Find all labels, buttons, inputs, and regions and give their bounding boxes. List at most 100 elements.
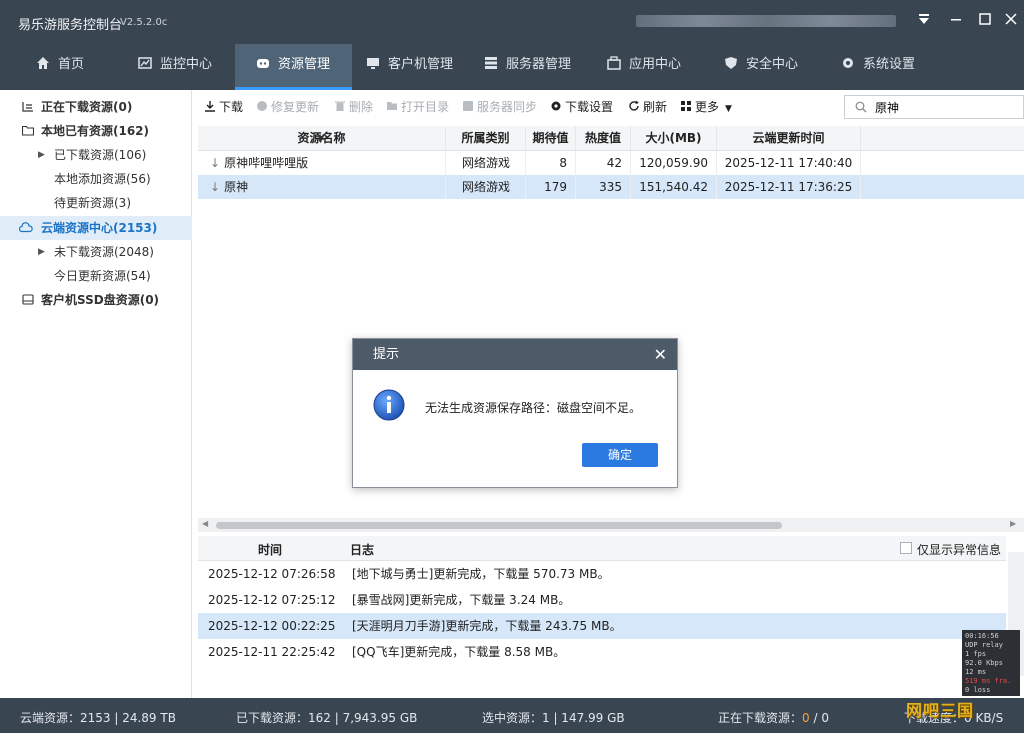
- tab-label: 首页: [58, 57, 85, 72]
- sidebar-item-local-added[interactable]: 本地添加资源(56): [0, 167, 192, 191]
- sidebar-item-cloud[interactable]: 云端资源中心(2153): [0, 216, 192, 240]
- only-abnormal-checkbox[interactable]: [900, 542, 912, 554]
- chevron-down-icon: ▼: [725, 104, 732, 114]
- log-row[interactable]: 2025-12-11 22:25:42 [QQ飞车]更新完成，下载量 8.58 …: [198, 639, 1006, 665]
- resource-updated: 2025-12-11 17:36:25: [717, 175, 861, 199]
- overlay-line: 92.0 Kbps: [965, 659, 1003, 667]
- tab-client[interactable]: 客户机管理: [366, 44, 466, 90]
- table-row[interactable]: ↓ 原神 网络游戏 179 335 151,540.42 2025-12-11 1…: [198, 175, 1024, 199]
- download-settings-button[interactable]: 下载设置: [550, 98, 613, 115]
- dropdown-menu-icon[interactable]: [912, 10, 936, 34]
- tab-resource[interactable]: 资源管理: [235, 44, 352, 90]
- shield-icon: [725, 57, 737, 69]
- resource-size: 151,540.42: [631, 175, 717, 199]
- sidebar-item-downloading[interactable]: 正在下载资源(0): [0, 95, 192, 119]
- download-label: 下载: [219, 100, 244, 114]
- overlay-line: 12 ms: [965, 668, 987, 676]
- maximize-icon[interactable]: [973, 10, 997, 34]
- sidebar-item-local[interactable]: 本地已有资源(162): [0, 119, 192, 143]
- tab-label: 应用中心: [629, 57, 682, 72]
- minimize-icon[interactable]: [944, 10, 968, 34]
- title-bar: 易乐游服务控制台 V2.5.2.0c: [0, 0, 1024, 44]
- log-row[interactable]: 2025-12-12 00:22:25 [天涯明月刀手游]更新完成，下载量 24…: [198, 613, 1006, 639]
- dialog-message: 无法生成资源保存路径：磁盘空间不足。: [425, 401, 642, 415]
- resource-heat: 42: [576, 151, 631, 175]
- repair-update-button[interactable]: 修复更新: [256, 98, 319, 115]
- resource-name: 原神哔哩哔哩版: [224, 156, 309, 170]
- horizontal-scrollbar[interactable]: ◀ ▶: [198, 518, 1024, 532]
- desktop-icon: [367, 58, 379, 69]
- delete-button[interactable]: 删除: [334, 98, 373, 115]
- column-label: 云端更新时间: [752, 131, 825, 145]
- server-sync-label: 服务器同步: [477, 100, 538, 114]
- scroll-left-icon[interactable]: ◀: [202, 519, 208, 528]
- main-nav: 首页 监控中心 资源管理 客户机管理 服务器管理 应用中心 安全中心 系统设置: [0, 44, 1024, 90]
- tab-settings[interactable]: 系统设置: [841, 44, 931, 90]
- tab-monitor[interactable]: 监控中心: [138, 44, 228, 90]
- tab-server[interactable]: 服务器管理: [484, 44, 584, 90]
- expand-arrow-icon[interactable]: ▶: [38, 240, 45, 264]
- resource-expect: 179: [526, 175, 576, 199]
- overlay-line: 00:16:56: [965, 632, 999, 640]
- expand-arrow-icon[interactable]: ▶: [38, 143, 45, 167]
- log-time: 2025-12-12 07:26:58: [208, 567, 336, 581]
- scrollbar-thumb[interactable]: [216, 522, 782, 529]
- column-header-updated[interactable]: 云端更新时间: [717, 126, 861, 151]
- resource-name: 原神: [224, 180, 249, 194]
- tab-security[interactable]: 安全中心: [724, 44, 814, 90]
- sidebar-item-pending-update[interactable]: 待更新资源(3): [0, 191, 192, 215]
- log-row-partial: [198, 667, 1006, 676]
- sidebar-item-today-updated[interactable]: 今日更新资源(54): [0, 264, 192, 288]
- resource-size: 120,059.90: [631, 151, 717, 175]
- sidebar-item-label: 本地已有资源(162): [41, 124, 150, 138]
- column-header-expect[interactable]: 期待值: [526, 126, 576, 151]
- blurred-account-info: [636, 15, 896, 27]
- log-time: 2025-12-12 00:22:25: [208, 619, 336, 633]
- column-header-log: 日志: [350, 543, 375, 557]
- close-icon[interactable]: [999, 10, 1023, 34]
- download-button[interactable]: 下载: [204, 98, 243, 115]
- ok-button[interactable]: 确定: [582, 443, 658, 467]
- server-sync-button[interactable]: 服务器同步: [462, 98, 537, 115]
- column-header-heat[interactable]: 热度值: [576, 126, 631, 151]
- tab-home[interactable]: 首页: [36, 44, 116, 90]
- refresh-label: 刷新: [643, 100, 668, 114]
- tab-label: 客户机管理: [388, 57, 454, 72]
- log-row[interactable]: 2025-12-12 07:25:12 [暴雪战网]更新完成，下载量 3.24 …: [198, 587, 1006, 613]
- app-center-icon: [607, 56, 621, 70]
- settings-gear-icon: [551, 101, 561, 111]
- open-directory-button[interactable]: 打开目录: [386, 98, 449, 115]
- search-input[interactable]: [875, 98, 1015, 116]
- log-row[interactable]: 2025-12-12 07:26:58 [地下城与勇士]更新完成，下载量 570…: [198, 561, 1006, 587]
- log-time: 2025-12-12 07:25:12: [208, 593, 336, 607]
- status-downloading: 正在下载资源：0 / 0: [718, 709, 829, 726]
- tab-app-center[interactable]: 应用中心: [607, 44, 697, 90]
- column-label: 期待值: [532, 131, 569, 145]
- cloud-icon: [19, 222, 33, 233]
- column-header-size[interactable]: 大小(MB): [631, 126, 717, 151]
- column-header-name[interactable]: ▼ 资源名称: [198, 126, 446, 151]
- sidebar-item-not-downloaded[interactable]: ▶ 未下载资源(2048): [0, 240, 192, 264]
- download-settings-label: 下载设置: [565, 100, 614, 114]
- sync-icon: [463, 101, 473, 111]
- column-header-category[interactable]: 所属类别: [446, 126, 526, 151]
- status-bar: 云端资源：2153 | 24.89 TB 已下载资源：162 | 7,943.9…: [0, 698, 1024, 733]
- download-arrow-icon: ↓: [210, 156, 221, 170]
- resource-updated: 2025-12-11 17:40:40: [717, 151, 861, 175]
- sidebar-item-downloaded[interactable]: ▶ 已下载资源(106): [0, 143, 192, 167]
- column-label: 热度值: [584, 131, 621, 145]
- search-field[interactable]: [844, 95, 1024, 119]
- dialog-close-icon[interactable]: ✕: [654, 339, 667, 370]
- resource-expect: 8: [526, 151, 576, 175]
- open-directory-label: 打开目录: [401, 100, 450, 114]
- refresh-button[interactable]: 刷新: [628, 98, 667, 115]
- tab-label: 系统设置: [863, 57, 916, 72]
- sidebar-item-client-ssd[interactable]: 客户机SSD盘资源(0): [0, 288, 192, 312]
- tab-label: 资源管理: [278, 57, 331, 72]
- app-title: 易乐游服务控制台: [18, 18, 123, 33]
- table-row[interactable]: ↓ 原神哔哩哔哩版 网络游戏 8 42 120,059.90 2025-12-11…: [198, 151, 1024, 175]
- more-button[interactable]: 更多 ▼: [680, 98, 732, 115]
- scroll-right-icon[interactable]: ▶: [1010, 519, 1016, 528]
- disk-icon: [22, 294, 34, 305]
- search-icon: [855, 101, 867, 113]
